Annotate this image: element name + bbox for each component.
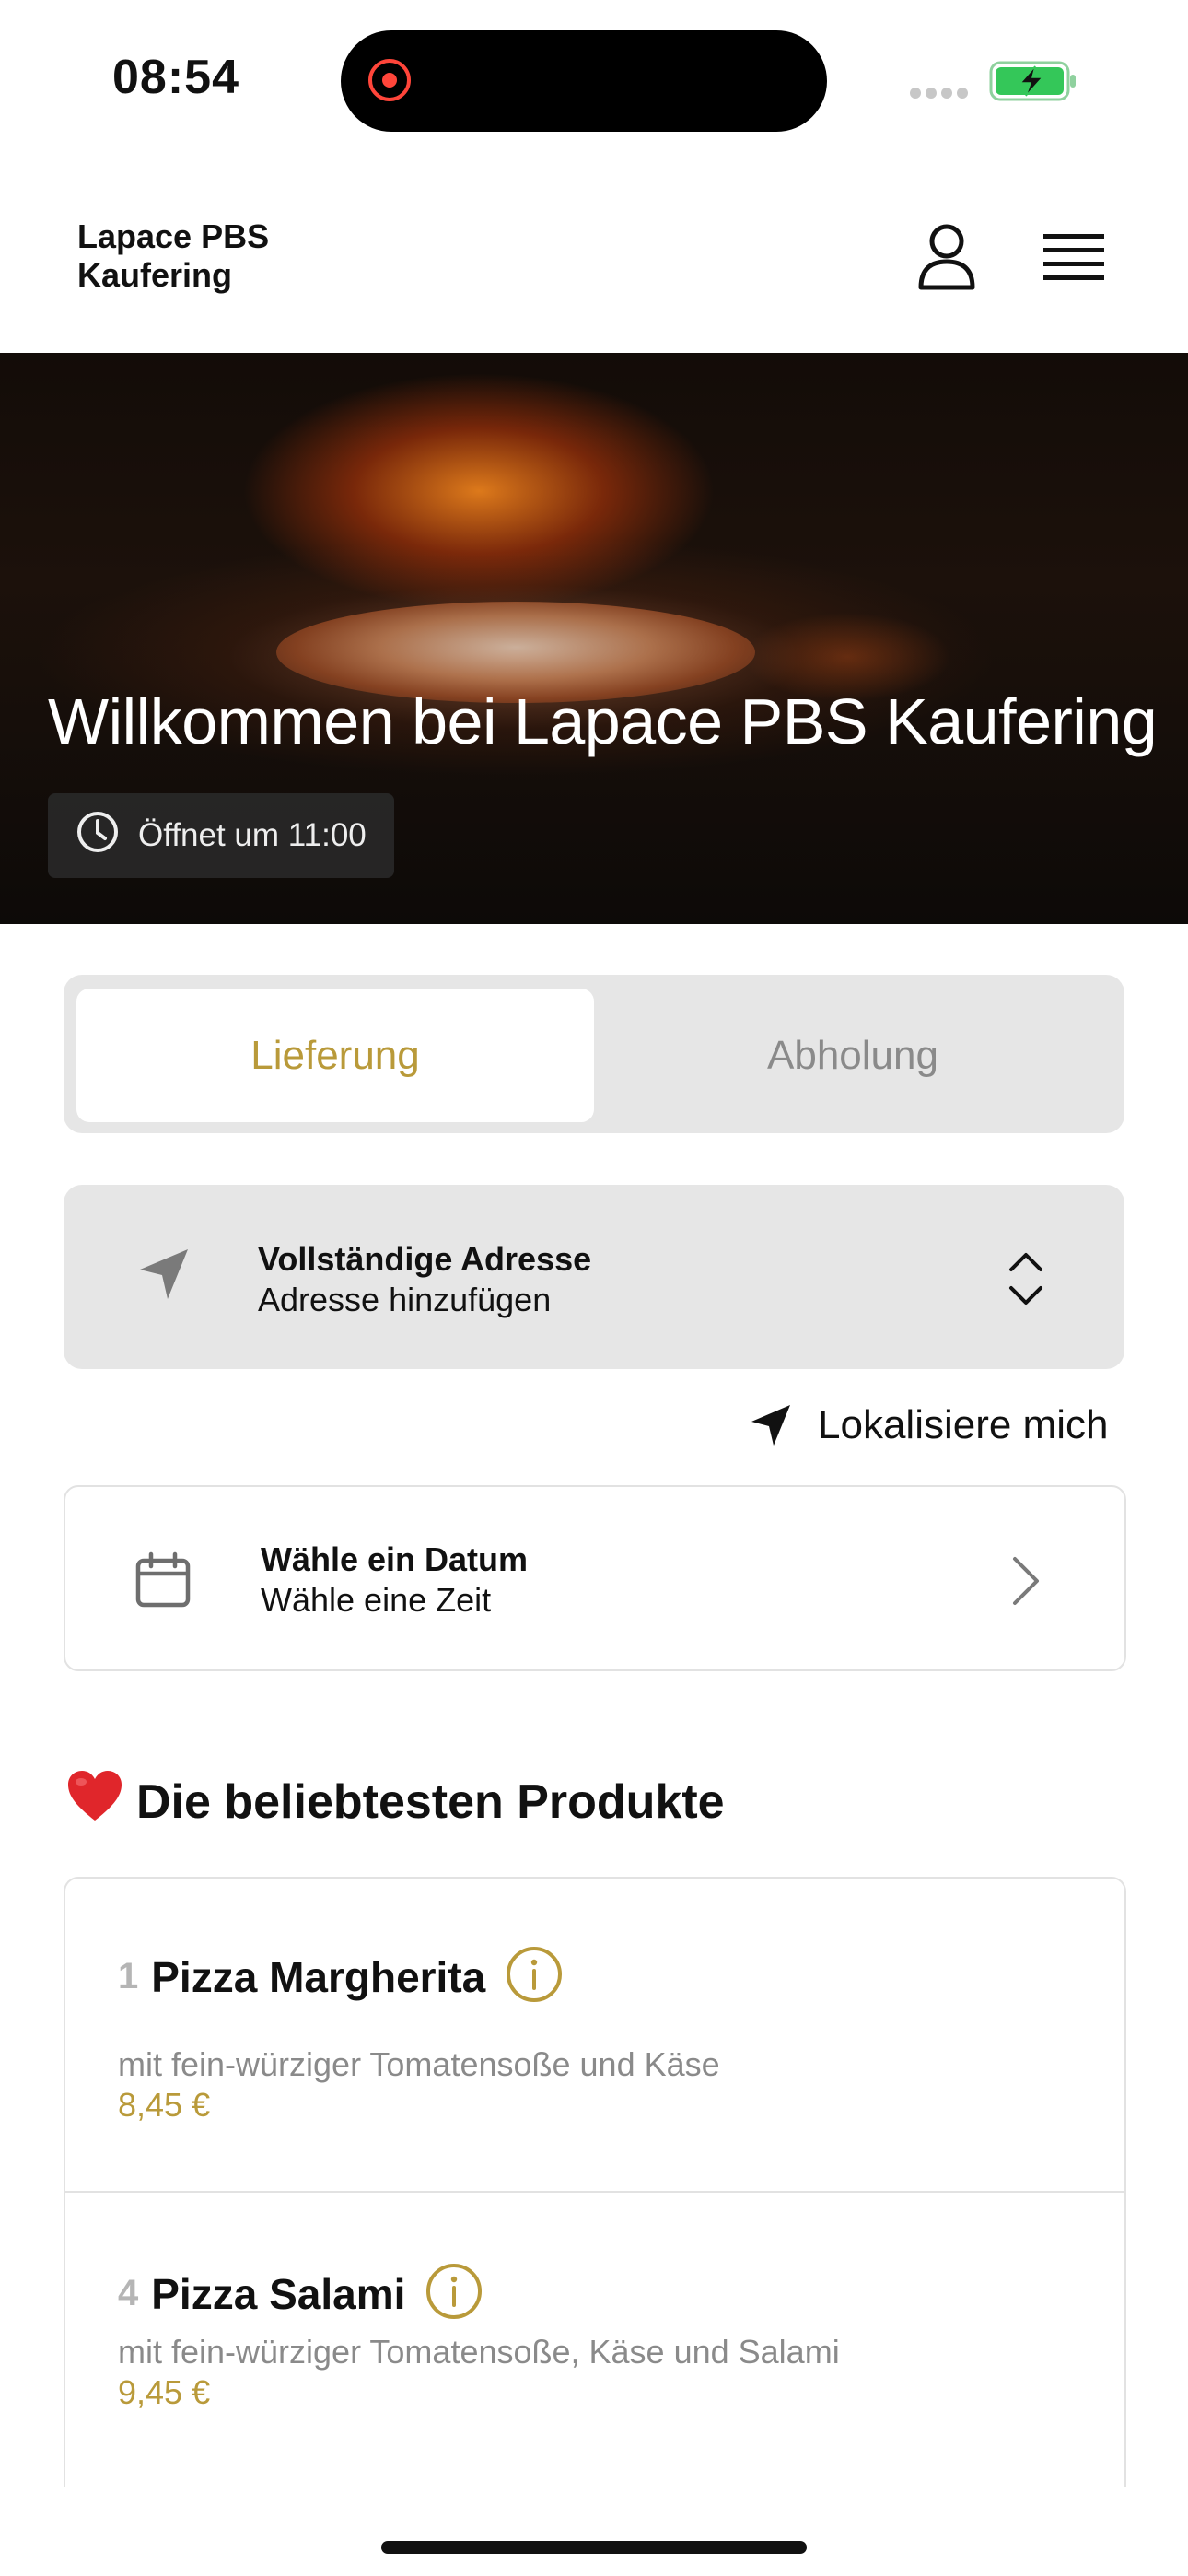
opening-hours-text: Öffnet um 11:00 (138, 817, 367, 853)
hero-banner: Willkommen bei Lapace PBS Kaufering Öffn… (0, 353, 1188, 924)
chevron-up-down-icon (1006, 1249, 1046, 1313)
hamburger-menu-icon[interactable] (1043, 232, 1104, 288)
product-number: 4 (118, 2273, 139, 2313)
product-price: 8,45 € (118, 2086, 211, 2124)
section-title-popular: Die beliebtesten Produkte (66, 1769, 725, 1834)
recording-indicator-icon (368, 59, 411, 101)
user-icon[interactable] (916, 223, 977, 296)
product-item[interactable]: 4 Pizza Salami (118, 2263, 483, 2324)
product-name: Pizza Margherita (151, 1952, 486, 2001)
product-number: 1 (118, 1956, 139, 1996)
chevron-right-icon (1009, 1555, 1041, 1611)
product-name: Pizza Salami (151, 2269, 406, 2318)
brand-line-2: Kaufering (77, 256, 233, 294)
navigation-arrow-icon (751, 1405, 790, 1446)
heart-icon (66, 1769, 123, 1834)
status-time: 08:54 (112, 51, 239, 104)
clock-icon (76, 810, 120, 862)
section-title-text: Die beliebtesten Produkte (136, 1774, 725, 1829)
address-selector[interactable] (64, 1185, 1124, 1369)
opening-hours-badge: Öffnet um 11:00 (48, 793, 394, 878)
calendar-icon (134, 1551, 192, 1613)
product-price: 9,45 € (118, 2373, 211, 2411)
hero-title: Willkommen bei Lapace PBS Kaufering (48, 685, 1158, 757)
locate-me-label: Lokalisiere mich (818, 1402, 1109, 1447)
divider (65, 2191, 1124, 2193)
address-title: Vollständige Adresse (258, 1240, 592, 1278)
info-icon[interactable] (506, 1946, 563, 2008)
locate-me-button[interactable]: Lokalisiere mich (750, 1402, 1108, 1448)
dynamic-island (341, 30, 827, 132)
product-description: mit fein-würziger Tomatensoße, Käse und … (118, 2333, 840, 2371)
battery-charging-icon (989, 61, 1077, 106)
time-subtitle: Wähle eine Zeit (261, 1581, 492, 1619)
address-subtitle: Adresse hinzufügen (258, 1281, 552, 1318)
info-icon[interactable] (425, 2263, 483, 2324)
home-indicator[interactable] (381, 2541, 807, 2554)
tab-delivery[interactable]: Lieferung (76, 989, 594, 1122)
brand-line-1: Lapace PBS (77, 217, 270, 255)
date-time-picker[interactable] (64, 1485, 1126, 1671)
date-title: Wähle ein Datum (261, 1540, 529, 1578)
product-item[interactable]: 1 Pizza Margherita (118, 1946, 563, 2008)
restaurant-name[interactable]: Lapace PBS Kaufering (77, 217, 269, 295)
tab-pickup[interactable]: Abholung (594, 989, 1112, 1122)
product-description: mit fein-würziger Tomatensoße und Käse (118, 2045, 720, 2083)
location-arrow-icon (136, 1246, 192, 1307)
signal-icon (910, 87, 973, 103)
